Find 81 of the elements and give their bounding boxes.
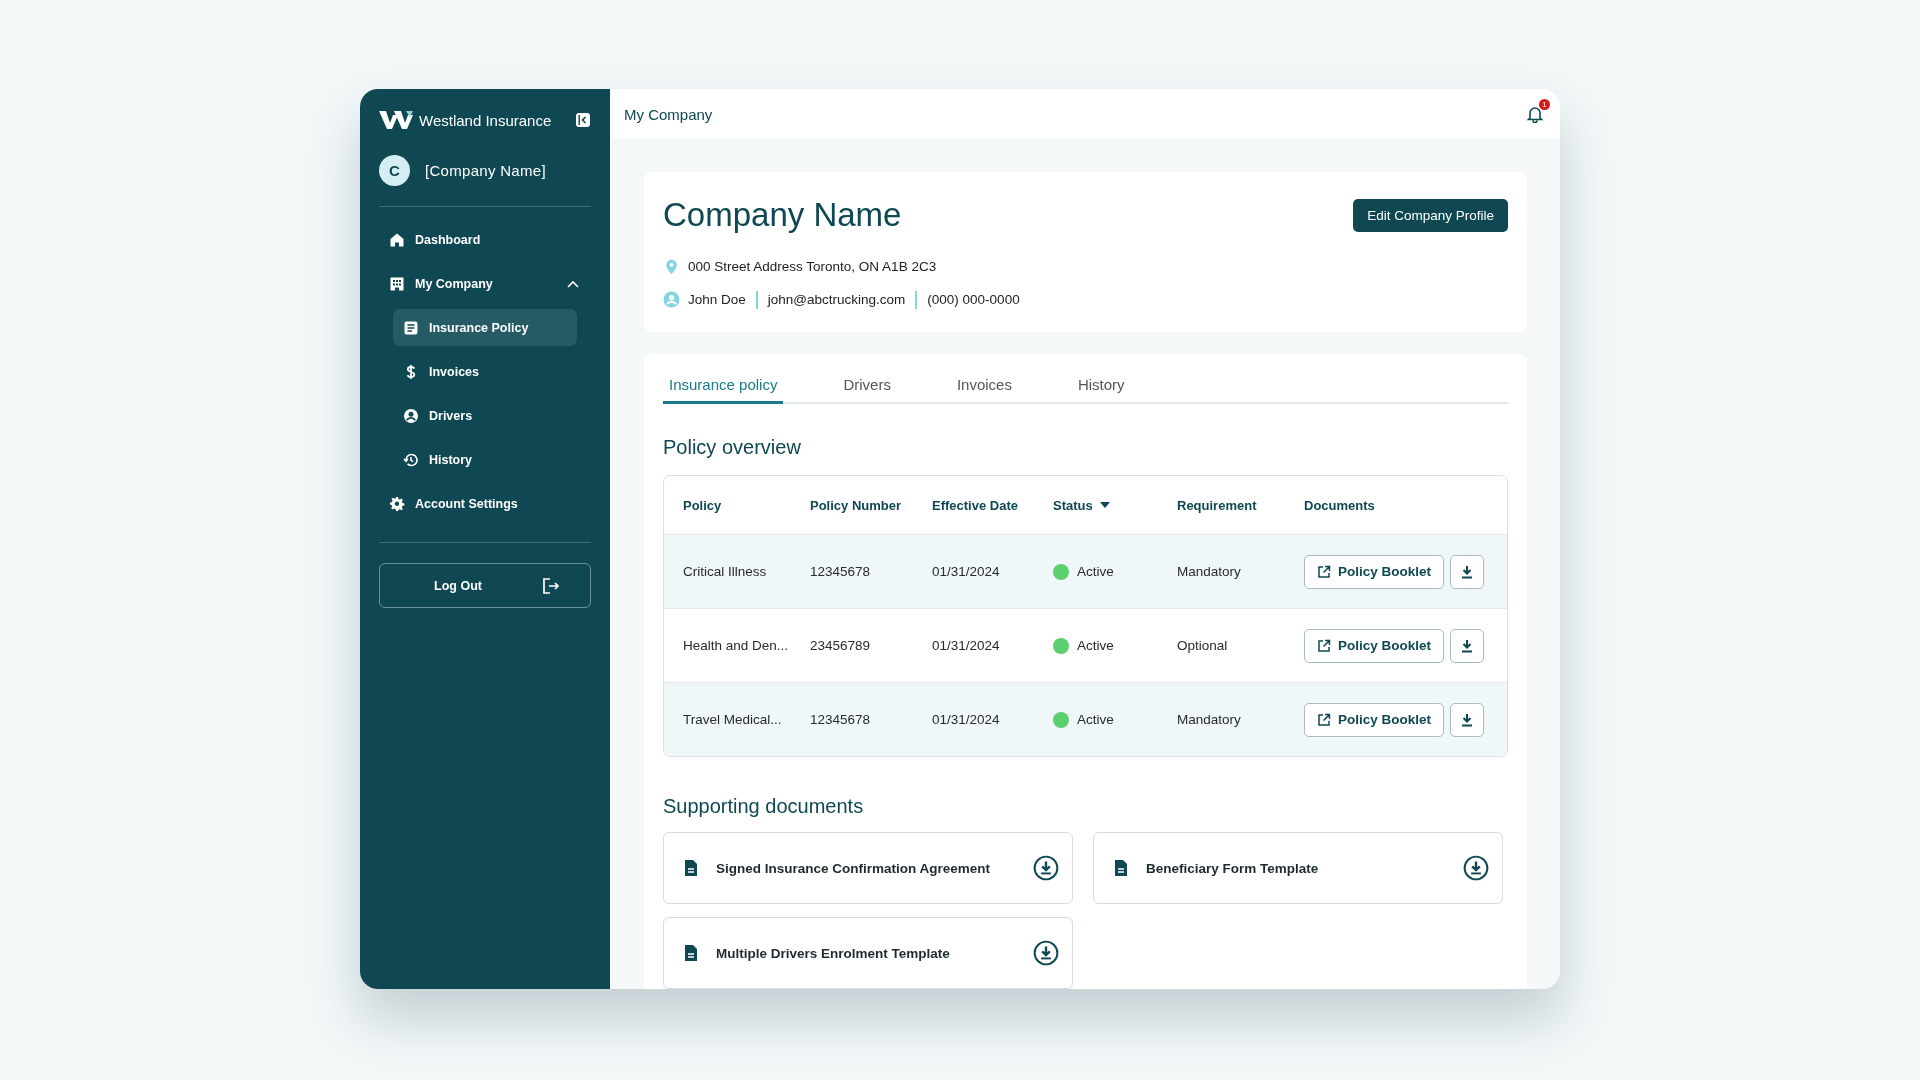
nav-subitem[interactable]: History [393,441,577,478]
document-title: Signed Insurance Confirmation Agreement [716,860,992,876]
user-icon [403,407,419,424]
page-title: My Company [624,105,713,123]
building-icon [389,275,405,292]
nav-subitem[interactable]: Invoices [393,353,577,390]
company-heading: Company Name [663,196,902,234]
table-cell-text: Mandatory [1177,564,1242,579]
column-header: Policy Number [810,497,903,513]
tab[interactable]: History [1071,372,1131,404]
brand-name: Westland Insurance [419,111,553,129]
logout-button[interactable]: Log Out [379,563,591,608]
tab[interactable]: Insurance policy [663,372,784,404]
status-text: Active [1077,638,1114,653]
table-cell-text: Critical Illness [683,564,768,579]
table-cell-text: Mandatory [1177,712,1242,727]
download-button[interactable] [1450,702,1485,737]
nav-subitem[interactable]: Insurance Policy [393,309,577,346]
location-pin-icon [663,258,680,275]
download-button[interactable] [1450,554,1485,589]
policy-booklet-button[interactable]: Policy Booklet [1304,702,1445,737]
document-title: Beneficiary Form Template [1146,860,1320,876]
external-link-icon [1317,564,1331,579]
download-icon [1461,564,1474,579]
column-header[interactable]: Status [1053,497,1177,513]
history-icon [403,451,419,468]
table-cell-text: 01/31/2024 [932,712,1001,727]
address-text: 000 Street Address Toronto, ON A1B 2C3 [688,259,937,274]
section-heading: Supporting documents [663,795,865,818]
external-link-icon [1317,712,1331,727]
download-icon [1461,638,1474,653]
table-cell-text: 12345678 [810,712,872,727]
sort-caret-icon [1099,502,1110,508]
company-avatar: C [379,155,410,186]
column-header: Documents [1304,497,1376,513]
download-icon[interactable] [1033,855,1059,881]
download-icon[interactable] [1463,855,1489,881]
policy-booklet-button[interactable]: Policy Booklet [1304,554,1445,589]
contact-phone: (000) 000-0000 [927,292,1020,307]
tab[interactable]: Drivers [837,372,897,404]
edit-profile-button[interactable]: Edit Company Profile [1353,198,1508,232]
policy-booklet-button[interactable]: Policy Booklet [1304,628,1445,663]
column-header: Policy [683,497,723,513]
nav-item[interactable]: Account Settings [379,485,591,522]
collapse-sidebar-icon[interactable] [575,112,591,128]
nav-item[interactable]: My Company [379,265,591,302]
nav-item[interactable]: Dashboard [379,221,591,258]
status-text: Active [1077,564,1114,579]
table-cell-text: Optional [1177,638,1229,653]
external-link-icon [1317,638,1331,653]
company-name: [Company Name] [425,162,546,179]
nav-subitem[interactable]: Drivers [393,397,577,434]
tab[interactable]: Invoices [950,372,1018,404]
status-text: Active [1077,712,1114,727]
section-heading: Policy overview [663,436,802,459]
notification-bell-icon[interactable] [1526,105,1544,123]
table-cell-text: 12345678 [810,564,872,579]
chevron-icon [567,279,579,288]
contact-name: John Doe [688,292,746,307]
download-icon[interactable] [1033,940,1059,966]
user-icon [663,291,680,308]
file-icon [684,944,698,962]
home-icon [389,231,405,248]
file-icon [1114,859,1128,877]
table-cell-text: 01/31/2024 [932,638,1001,653]
settings-icon [389,495,405,512]
download-icon [1461,712,1474,727]
contact-email: john@abctrucking.com [767,292,906,307]
table-cell-text: 23456789 [810,638,872,653]
document-title: Multiple Drivers Enrolment Template [716,945,951,961]
notification-badge: 1 [1539,99,1550,110]
table-cell-text: Travel Medical... [683,712,783,727]
download-button[interactable] [1450,628,1485,663]
column-header: Effective Date [932,497,1019,513]
column-header: Requirement [1177,497,1258,513]
table-cell-text: 01/31/2024 [932,564,1001,579]
logo-icon [379,110,413,130]
document-icon [403,319,419,336]
table-cell-text: Health and Den... [683,638,790,653]
file-icon [684,859,698,877]
logout-icon [542,576,560,595]
